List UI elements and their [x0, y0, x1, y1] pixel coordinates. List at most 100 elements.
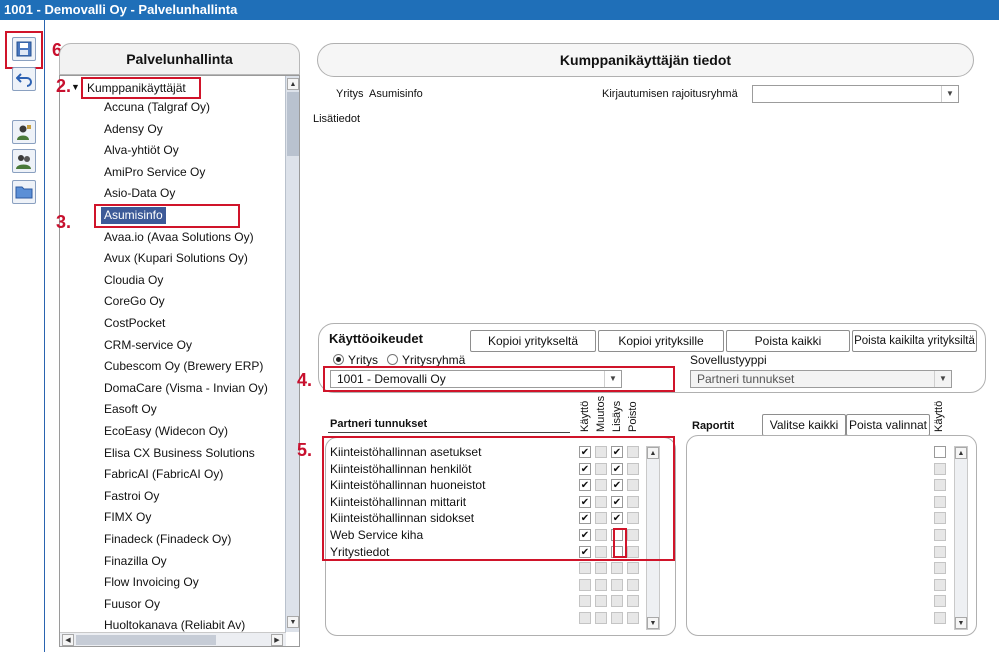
radio-dot — [336, 357, 341, 362]
report-checkbox[interactable] — [934, 612, 946, 624]
tree-item[interactable]: Asio-Data Oy — [104, 185, 175, 202]
scroll-down-icon[interactable]: ▼ — [955, 617, 967, 629]
scroll-up-icon[interactable]: ▲ — [287, 78, 299, 90]
col-header-delete: Poisto — [627, 401, 639, 432]
permission-checkbox — [579, 578, 591, 591]
tree-item[interactable]: Fuusor Oy — [104, 596, 160, 613]
tree-item[interactable]: EcoEasy (Widecon Oy) — [104, 423, 228, 440]
login-group-select[interactable]: ▼ — [752, 85, 959, 103]
radio-company-group-label: Yritysryhmä — [402, 353, 466, 367]
partner-header-underline — [328, 432, 570, 433]
tree-panel-title: Palvelunhallinta — [59, 43, 300, 75]
tree-item[interactable]: Elisa CX Business Solutions — [104, 445, 255, 462]
permission-checkbox — [595, 578, 607, 591]
app-type-select[interactable]: Partneri tunnukset ▼ — [690, 370, 952, 388]
undo-button[interactable] — [12, 67, 36, 91]
report-checkbox[interactable] — [934, 545, 946, 558]
reports-grid-scrollbar[interactable]: ▲ ▼ — [954, 446, 968, 630]
scroll-up-icon[interactable]: ▲ — [955, 447, 967, 459]
chevron-down-icon[interactable]: ▼ — [941, 86, 958, 102]
delete-all-button[interactable]: Poista kaikki — [726, 330, 850, 352]
report-checkbox[interactable] — [934, 595, 946, 608]
highlight-root — [81, 77, 201, 99]
clear-selections-button[interactable]: Poista valinnat — [846, 414, 930, 436]
tree-item[interactable]: Fastroi Oy — [104, 488, 159, 505]
window-title: 1001 - Demovalli Oy - Palvelunhallinta — [0, 0, 999, 20]
col-header-modify: Muutos — [595, 395, 607, 432]
col-header-use: Käyttö — [579, 400, 591, 432]
report-checkbox[interactable] — [934, 479, 946, 492]
tree-item[interactable]: FIMX Oy — [104, 509, 151, 526]
user-tool-button[interactable] — [12, 120, 36, 144]
permission-checkbox — [627, 562, 639, 575]
tree-hscrollbar[interactable]: ◀ ▶ — [60, 632, 286, 646]
reports-grid: ▲ ▼ — [686, 435, 977, 636]
tree-item[interactable]: CoreGo Oy — [104, 293, 165, 310]
radio-company-group[interactable] — [387, 354, 398, 365]
tree-vscrollbar[interactable]: ▲ ▼ — [285, 76, 299, 632]
copy-to-companies-button[interactable]: Kopioi yrityksille — [598, 330, 724, 352]
folder-button[interactable] — [12, 180, 36, 204]
highlight-add-column — [613, 528, 627, 558]
report-checkbox[interactable] — [934, 578, 946, 591]
permission-checkbox — [595, 612, 607, 624]
radio-company-label: Yritys — [348, 353, 378, 367]
tree-item[interactable]: Finadeck (Finadeck Oy) — [104, 531, 231, 548]
delete-from-all-companies-button[interactable]: Poista kaikilta yrityksiltä — [852, 330, 977, 352]
scroll-down-icon[interactable]: ▼ — [287, 616, 299, 628]
highlight-save — [5, 31, 43, 69]
reports-col-use: Käyttö — [933, 400, 945, 432]
company-label: Yritys — [336, 88, 364, 100]
tree-item[interactable]: Alva-yhtiöt Oy — [104, 142, 179, 159]
permissions-title: Käyttöoikeudet — [329, 331, 423, 346]
select-all-button[interactable]: Valitse kaikki — [762, 414, 846, 436]
partner-header: Partneri tunnukset — [330, 418, 428, 430]
permission-checkbox — [611, 562, 623, 575]
tree-item[interactable]: Cloudia Oy — [104, 272, 163, 289]
report-checkbox[interactable] — [934, 562, 946, 575]
report-checkbox[interactable] — [934, 446, 946, 458]
user-tool-icon — [17, 125, 31, 140]
tree-item[interactable]: CRM-service Oy — [104, 337, 192, 354]
tree-item[interactable]: Flow Invoicing Oy — [104, 574, 199, 591]
permission-checkbox — [579, 595, 591, 608]
permission-checkbox — [627, 578, 639, 591]
partner-tree: ▼ Kumppanikäyttäjät Accuna (Talgraf Oy) A… — [59, 75, 300, 647]
annotation-3: 3. — [56, 212, 72, 232]
permission-checkbox — [627, 595, 639, 608]
report-checkbox[interactable] — [934, 512, 946, 525]
tree-item[interactable]: Avaa.io (Avaa Solutions Oy) — [104, 229, 254, 246]
scroll-right-icon[interactable]: ▶ — [271, 634, 283, 646]
reports-header: Raportit — [692, 420, 735, 432]
hscroll-thumb[interactable] — [76, 635, 216, 645]
expand-arrow-icon[interactable]: ▼ — [71, 82, 80, 92]
tree-item[interactable]: Accuna (Talgraf Oy) — [104, 99, 210, 116]
permission-checkbox — [579, 612, 591, 624]
toolbar-divider — [44, 20, 45, 652]
report-checkbox[interactable] — [934, 495, 946, 508]
permission-checkbox — [595, 562, 607, 575]
tree-item[interactable]: Adensy Oy — [104, 121, 163, 138]
tree-item[interactable]: DomaCare (Visma - Invian Oy) — [104, 380, 268, 397]
scroll-thumb[interactable] — [287, 92, 299, 156]
copy-from-company-button[interactable]: Kopioi yritykseltä — [470, 330, 596, 352]
tree-item[interactable]: CostPocket — [104, 315, 165, 332]
report-checkbox[interactable] — [934, 462, 946, 475]
user-group-tool-button[interactable] — [12, 149, 36, 173]
report-checkbox[interactable] — [934, 529, 946, 541]
tree-item[interactable]: FabricAI (FabricAI Oy) — [104, 466, 223, 483]
scroll-left-icon[interactable]: ◀ — [62, 634, 74, 646]
permission-checkbox — [595, 595, 607, 608]
permission-checkbox — [627, 612, 639, 624]
annotation-5: 5. — [297, 440, 313, 460]
tree-item[interactable]: Cubescom Oy (Brewery ERP) — [104, 358, 263, 375]
tree-item[interactable]: Finazilla Oy — [104, 553, 167, 570]
chevron-down-icon[interactable]: ▼ — [934, 371, 951, 387]
undo-icon — [16, 73, 32, 87]
highlight-company-select — [323, 366, 675, 392]
scroll-down-icon[interactable]: ▼ — [647, 617, 659, 629]
tree-item[interactable]: Easoft Oy — [104, 401, 157, 418]
tree-item[interactable]: Avux (Kupari Solutions Oy) — [104, 250, 248, 267]
tree-item[interactable]: AmiPro Service Oy — [104, 164, 205, 181]
radio-company[interactable] — [333, 354, 344, 365]
